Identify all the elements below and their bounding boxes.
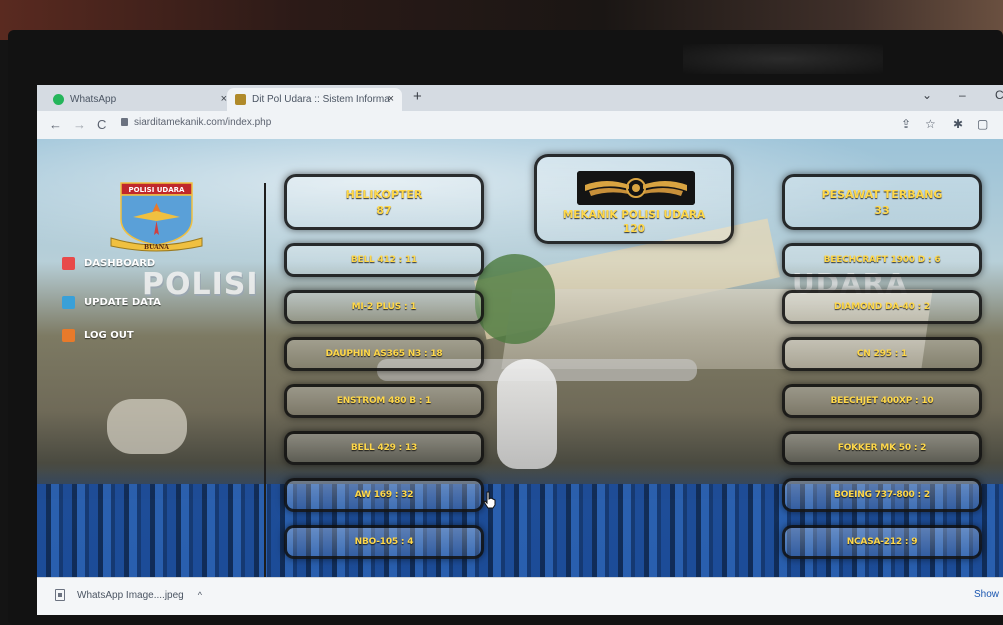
card-title: PESAWAT TERBANG (821, 187, 943, 201)
helikopter-summary-card[interactable]: HELIKOPTER 87 (284, 174, 484, 230)
browser-toolbar: ← → C siarditamekanik.com/index.php ⇪ ☆ … (37, 111, 1003, 139)
tab-search-icon[interactable]: ⌄ (922, 88, 932, 102)
reload-button[interactable]: C (97, 117, 106, 132)
tab-dit-pol-udara[interactable]: Dit Pol Udara :: Sistem Informa × (227, 88, 402, 111)
download-bar: WhatsApp Image....jpeg ^ Show (37, 577, 1003, 615)
tab-label: WhatsApp (70, 94, 117, 105)
tab-label: Dit Pol Udara :: Sistem Informa (252, 94, 390, 105)
forward-button[interactable]: → (73, 117, 86, 132)
dashboard-page: POLISI UDARA POLISI UDARA BUANA DASHBOAR… (37, 139, 1003, 577)
back-button[interactable]: ← (49, 117, 62, 132)
url-text: siarditamekanik.com/index.php (134, 117, 272, 128)
logo-title: POLISI UDARA (129, 186, 186, 194)
window-control-partial[interactable]: C (995, 88, 1003, 102)
bezel-reflection (683, 44, 883, 74)
close-tab-icon[interactable]: × (388, 93, 394, 105)
pesawat-item[interactable]: BEECHCRAFT 1900 D : 6 (782, 243, 982, 277)
pesawat-item[interactable]: BEECHJET 400XP : 10 (782, 384, 982, 418)
helikopter-item[interactable]: AW 169 : 32 (284, 478, 484, 512)
site-favicon-icon (235, 94, 246, 105)
background-helicopter (107, 399, 187, 454)
share-icon[interactable]: ⇪ (901, 117, 911, 131)
whatsapp-icon (53, 94, 64, 105)
tab-bar: WhatsApp × Dit Pol Udara :: Sistem Infor… (37, 85, 1003, 111)
card-title: HELIKOPTER (345, 187, 423, 201)
download-item[interactable]: WhatsApp Image....jpeg ^ (55, 589, 202, 601)
show-all-downloads-link[interactable]: Show (974, 589, 999, 600)
mekanik-summary-card[interactable]: MEKANIK POLISI UDARA 120 (534, 154, 734, 244)
helikopter-item[interactable]: DAUPHIN AS365 N3 : 18 (284, 337, 484, 371)
sidebar-item-label: UPDATE DATA (84, 297, 161, 308)
sidebar-item-update-data[interactable]: UPDATE DATA (62, 296, 161, 309)
star-icon[interactable]: ☆ (925, 117, 936, 131)
download-filename: WhatsApp Image....jpeg (77, 589, 184, 601)
logo-motto: BUANA (144, 244, 169, 251)
minimize-button[interactable]: – (959, 88, 966, 102)
pesawat-item[interactable]: DIAMOND DA-40 : 2 (782, 290, 982, 324)
lock-icon (121, 118, 128, 126)
helikopter-item[interactable]: BELL 429 : 13 (284, 431, 484, 465)
helikopter-item[interactable]: BELL 412 : 11 (284, 243, 484, 277)
background-tree (475, 254, 555, 344)
sidebar-item-label: LOG OUT (84, 330, 134, 341)
tab-whatsapp[interactable]: WhatsApp × (45, 88, 235, 111)
chevron-up-icon[interactable]: ^ (198, 590, 202, 600)
card-title: MEKANIK POLISI UDARA (562, 209, 706, 221)
sidebar-item-logout[interactable]: LOG OUT (62, 329, 134, 342)
logout-icon (62, 329, 75, 342)
card-count: 33 (874, 203, 890, 217)
card-count: 87 (376, 203, 392, 217)
background-airplane (497, 359, 557, 469)
helikopter-item[interactable]: MI-2 PLUS : 1 (284, 290, 484, 324)
browser-window: WhatsApp × Dit Pol Udara :: Sistem Infor… (37, 85, 1003, 615)
helikopter-item[interactable]: ENSTROM 480 B : 1 (284, 384, 484, 418)
hand-cursor-icon (483, 491, 496, 509)
file-icon (55, 589, 65, 601)
sidebar-divider (264, 183, 266, 577)
new-tab-button[interactable]: + (413, 88, 422, 105)
extensions-icon[interactable]: ✱ (953, 117, 963, 131)
pesawat-item[interactable]: BOEING 737-800 : 2 (782, 478, 982, 512)
pesawat-item[interactable]: NCASA-212 : 9 (782, 525, 982, 559)
helikopter-item[interactable]: NBO-105 : 4 (284, 525, 484, 559)
card-count: 120 (623, 223, 645, 235)
pilot-wings-emblem (577, 171, 695, 205)
address-bar[interactable]: siarditamekanik.com/index.php (121, 117, 271, 128)
update-icon (62, 296, 75, 309)
home-icon (62, 257, 75, 270)
sidepanel-icon[interactable]: ▢ (977, 117, 988, 131)
pesawat-item[interactable]: FOKKER MK 50 : 2 (782, 431, 982, 465)
sidebar-item-dashboard[interactable]: DASHBOARD (62, 257, 155, 270)
logo-motto-banner: BUANA (110, 237, 203, 252)
sidebar-item-label: DASHBOARD (84, 258, 156, 269)
pesawat-item[interactable]: CN 295 : 1 (782, 337, 982, 371)
pesawat-summary-card[interactable]: PESAWAT TERBANG 33 (782, 174, 982, 230)
